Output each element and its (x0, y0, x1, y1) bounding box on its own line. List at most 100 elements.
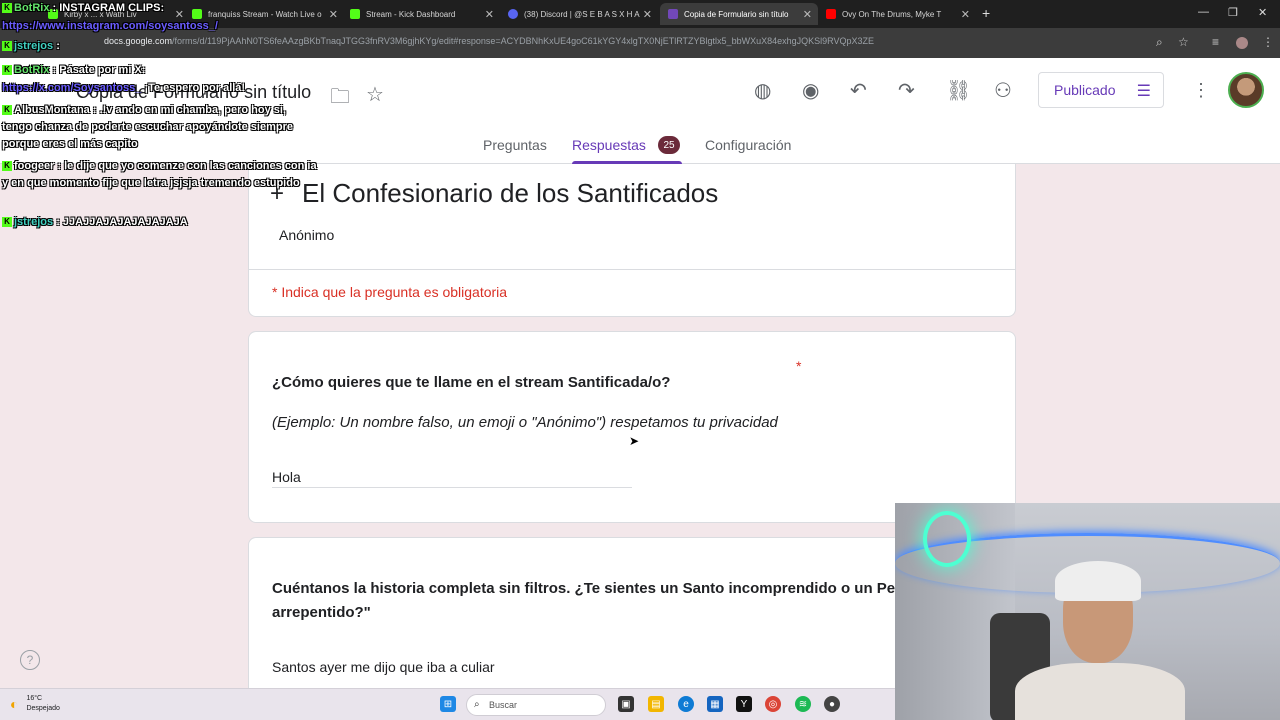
chat-username: jstrejos (14, 216, 54, 228)
question-title: ¿Cómo quieres que te llame en el stream … (272, 374, 671, 391)
kick-badge-icon: K (2, 161, 12, 172)
chat-username: foogeer (14, 160, 55, 172)
required-note: * Indica que la pregunta es obligatoria (272, 284, 508, 300)
browser-tab[interactable]: Stream - Kick Dashboard ✕ (342, 3, 500, 25)
discord-icon (508, 9, 518, 19)
search-placeholder: Buscar (489, 700, 518, 710)
question-description: (Ejemplo: Un nombre falso, un emoji o "A… (272, 414, 778, 431)
chat-text: ¡Te espero por allá! (144, 82, 246, 94)
chat-message: K AlbusMontana : .!v ando en mi chamba, p… (2, 102, 317, 153)
windows-start-icon[interactable]: ⊞ (440, 696, 456, 712)
answer-text: Hola (272, 469, 301, 485)
weather-temp: 16°C (26, 695, 43, 702)
weather-condition: Despejado (26, 705, 60, 712)
chat-username: AlbusMontana (14, 104, 90, 116)
close-icon[interactable]: ✕ (329, 8, 338, 21)
restore-icon[interactable]: ❐ (1228, 6, 1238, 19)
window-close-icon[interactable]: ✕ (1258, 6, 1267, 19)
stream-chat-overlay: K BotRix : INSTAGRAM CLIPS: https://www.i… (0, 0, 320, 240)
kick-badge-icon: K (2, 41, 12, 52)
chat-username: jstrejos (14, 40, 54, 52)
chat-message: https://www.instagram.com/soysantoss_/ (2, 20, 218, 32)
preview-eye-icon[interactable]: ◉ (802, 78, 819, 103)
close-icon[interactable]: ✕ (961, 8, 970, 21)
chat-text: : JJAJJAJAJAJAJAJAJA (56, 216, 188, 228)
moon-icon: ◐ (10, 696, 19, 712)
profile-icon[interactable] (1236, 37, 1248, 49)
answer-text: Santos ayer me dijo que iba a culiar (272, 659, 495, 675)
chat-text: : Pásate por mi X: (52, 64, 146, 76)
webcam-cap (1055, 561, 1141, 601)
tab-responses[interactable]: Respuestas (572, 137, 646, 153)
weather-widget[interactable]: ◐ 16°C Despejado (10, 694, 60, 714)
chat-message: https://x.com/Soysantoss_ ¡Te espero por… (2, 82, 245, 94)
kick-badge-icon: K (2, 3, 12, 14)
undo-icon[interactable]: ↶ (850, 78, 867, 103)
youtube-icon (826, 9, 836, 19)
required-mark: * (796, 358, 802, 374)
folder-icon[interactable]: 🗀 (330, 82, 350, 116)
store-icon[interactable]: ▦ (707, 696, 723, 712)
palette-icon[interactable]: ◍ (754, 78, 771, 103)
avatar[interactable] (1228, 72, 1264, 108)
chat-message: Kjstrejos : (2, 40, 60, 52)
browser-menu-icon[interactable]: ⋮ (1262, 35, 1274, 49)
zoom-icon[interactable]: ⌕ (1156, 35, 1163, 50)
chat-link: https://www.instagram.com/soysantoss_/ (2, 20, 218, 32)
publish-label: Publicado (1054, 82, 1116, 98)
webcam-person-body (1015, 663, 1185, 720)
chat-text: : (56, 40, 60, 52)
link-icon[interactable]: ⛓ (946, 78, 971, 103)
chrome-icon[interactable]: ◎ (765, 696, 781, 712)
task-view-icon[interactable]: ▣ (618, 696, 634, 712)
star-icon[interactable]: ☆ (366, 82, 384, 107)
answer-underline (272, 487, 632, 488)
webcam-feed (895, 503, 1280, 720)
obs-icon[interactable]: ● (824, 696, 840, 712)
tune-icon: ☰ (1136, 83, 1151, 100)
kick-badge-icon: K (2, 217, 12, 228)
publish-button[interactable]: Publicado ☰ (1038, 72, 1164, 108)
forms-icon (668, 9, 678, 19)
question-title: Cuéntanos la historia completa sin filtr… (272, 580, 896, 597)
tab-questions[interactable]: Preguntas (483, 137, 547, 153)
chat-message: K BotRix : INSTAGRAM CLIPS: (2, 2, 164, 14)
edge-icon[interactable]: e (678, 696, 694, 712)
chat-message: Kjstrejos : JJAJJAJAJAJAJAJAJA (2, 216, 188, 228)
more-options-icon[interactable]: ⋮ (1192, 80, 1210, 101)
tab-label: Stream - Kick Dashboard (366, 9, 456, 19)
new-tab-icon[interactable]: + (982, 5, 990, 21)
kick-badge-icon: K (2, 65, 12, 76)
neon-smiley-icon (923, 511, 971, 567)
taskbar-search[interactable]: ⌕ Buscar (466, 694, 606, 716)
help-icon[interactable]: ? (20, 650, 40, 670)
divider (248, 269, 1016, 270)
search-icon: ⌕ (474, 699, 480, 710)
close-icon[interactable]: ✕ (803, 8, 812, 21)
browser-tab[interactable]: (38) Discord | @S E B A S X H A ✕ (500, 3, 658, 25)
chat-message: Kfoogeer : le dije que yo comenze con la… (2, 158, 317, 192)
question-title-continued: arrepentido?" (272, 604, 371, 621)
kick-badge-icon: K (2, 105, 12, 116)
close-icon[interactable]: ✕ (485, 8, 494, 21)
tab-label: Ovy On The Drums, Myke T (842, 9, 942, 19)
form-title: El Confesionario de los Santificados (302, 178, 719, 208)
chat-message: K BotRix : Pásate por mi X: (2, 64, 145, 76)
minimize-icon[interactable]: — (1198, 6, 1209, 18)
app-y-icon[interactable]: Y (736, 696, 752, 712)
chat-username: BotRix (14, 64, 50, 76)
add-collaborator-icon[interactable]: ⚇ (994, 78, 1012, 103)
star-icon[interactable]: ☆ (1178, 35, 1189, 49)
chat-username: BotRix (14, 2, 50, 14)
redo-icon[interactable]: ↷ (898, 78, 915, 103)
extensions-icon[interactable]: ≡ (1212, 35, 1219, 49)
close-icon[interactable]: ✕ (643, 8, 652, 21)
browser-tab-active[interactable]: Copia de Formulario sin título ✕ (660, 3, 818, 25)
mouse-cursor-icon: ➤ (629, 434, 640, 448)
spotify-icon[interactable]: ≋ (795, 696, 811, 712)
tab-settings[interactable]: Configuración (705, 137, 791, 153)
file-explorer-icon[interactable]: ▤ (648, 696, 664, 712)
tab-label: Copia de Formulario sin título (684, 9, 789, 19)
browser-tab[interactable]: Ovy On The Drums, Myke T ✕ (818, 3, 976, 25)
chat-text: : INSTAGRAM CLIPS: (52, 2, 165, 14)
